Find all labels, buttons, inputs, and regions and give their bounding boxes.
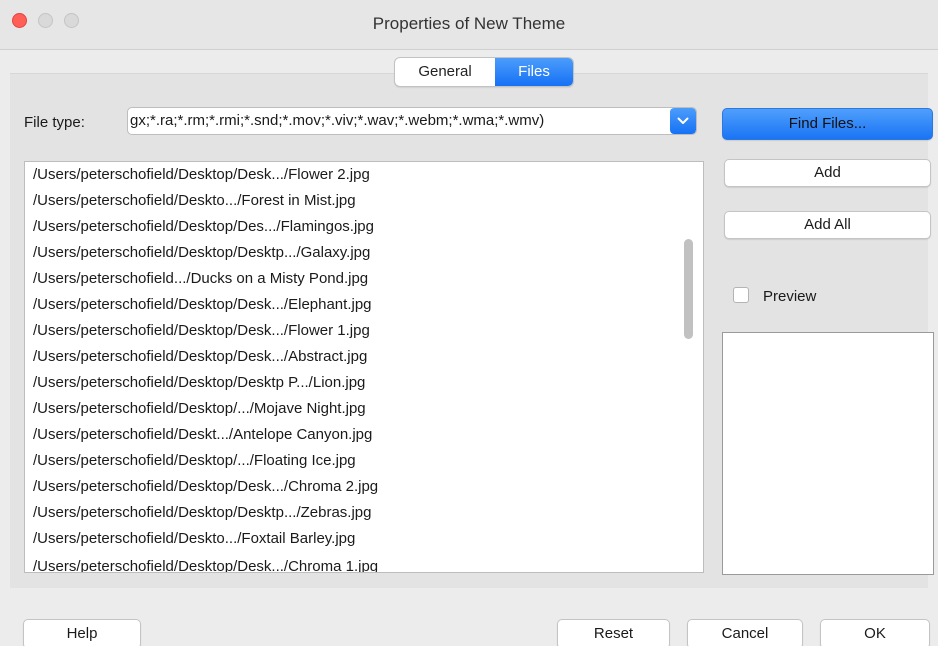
list-item[interactable]: /Users/peterschofield.../Ducks on a Mist… xyxy=(33,266,368,292)
file-type-label: File type: xyxy=(24,114,85,131)
add-all-button[interactable]: Add All xyxy=(724,211,931,239)
help-button[interactable]: Help xyxy=(23,619,141,646)
list-item[interactable]: /Users/peterschofield/Deskto.../Forest i… xyxy=(33,188,356,214)
list-item[interactable]: /Users/peterschofield/Desktop/Des.../Fla… xyxy=(33,214,374,240)
file-type-value: gx;*.ra;*.rm;*.rmi;*.snd;*.mov;*.viv;*.w… xyxy=(130,112,545,129)
find-files-button[interactable]: Find Files... xyxy=(722,108,933,140)
tab-files[interactable]: Files xyxy=(495,58,573,86)
list-item[interactable]: /Users/peterschofield/Desktop/Desk.../Fl… xyxy=(33,162,370,188)
tab-general[interactable]: General xyxy=(395,58,495,86)
preview-label: Preview xyxy=(763,288,817,305)
list-item[interactable]: /Users/peterschofield/Desktop/Desk.../Ch… xyxy=(33,474,378,500)
list-item[interactable]: /Users/peterschofield/Desktop/Desk.../Ab… xyxy=(33,344,367,370)
reset-button[interactable]: Reset xyxy=(557,619,670,646)
cancel-button[interactable]: Cancel xyxy=(687,619,803,646)
list-item[interactable]: /Users/peterschofield/Desktop/Desktp.../… xyxy=(33,500,371,526)
add-button[interactable]: Add xyxy=(724,159,931,187)
list-item[interactable]: /Users/peterschofield/Deskt.../Antelope … xyxy=(33,422,372,448)
list-item[interactable]: /Users/peterschofield/Desktop/Desktp P..… xyxy=(33,370,365,396)
file-type-select[interactable]: gx;*.ra;*.rm;*.rmi;*.snd;*.mov;*.viv;*.w… xyxy=(127,107,697,135)
list-item[interactable]: /Users/peterschofield/Desktop/.../Mojave… xyxy=(33,396,366,422)
list-item[interactable]: /Users/peterschofield/Desktop/Desk.../El… xyxy=(33,292,372,318)
tab-bar: General Files xyxy=(394,57,574,87)
chevron-down-icon[interactable] xyxy=(670,108,696,134)
preview-checkbox[interactable] xyxy=(733,287,749,303)
list-item[interactable]: /Users/peterschofield/Desktop/Desk.../Ch… xyxy=(33,554,378,572)
preview-area xyxy=(722,332,934,575)
list-item[interactable]: /Users/peterschofield/Desktop/Desk.../Fl… xyxy=(33,318,370,344)
file-list[interactable]: /Users/peterschofield/Desktop/Desk.../Fl… xyxy=(24,161,704,573)
list-item[interactable]: /Users/peterschofield/Desktop/.../Floati… xyxy=(33,448,356,474)
window-title: Properties of New Theme xyxy=(372,14,566,33)
title-bar: Properties of New Theme xyxy=(0,0,938,50)
list-item[interactable]: /Users/peterschofield/Desktop/Desktp.../… xyxy=(33,240,370,266)
list-item[interactable]: /Users/peterschofield/Deskto.../Foxtail … xyxy=(33,526,355,552)
file-list-scrollbar[interactable] xyxy=(684,239,693,339)
ok-button[interactable]: OK xyxy=(820,619,930,646)
